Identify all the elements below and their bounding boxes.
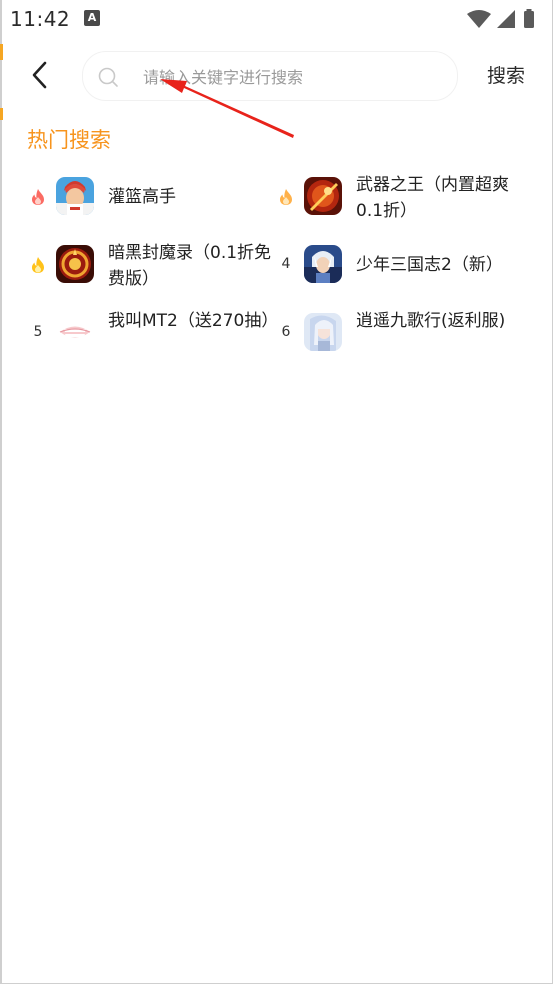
- slam-dunk-thumb: [56, 177, 94, 215]
- hot-search-title: 热门搜索: [27, 128, 111, 152]
- screen-border-left: [0, 0, 2, 984]
- rank-number: 5: [33, 324, 43, 340]
- rank-number: 4: [281, 256, 291, 272]
- notification-a-icon: A: [84, 10, 100, 26]
- hot-search-item[interactable]: 5 我叫MT2（送270抽）: [22, 308, 278, 360]
- flame-orange-icon: [280, 189, 292, 205]
- flame-yellow-icon: [32, 257, 44, 273]
- mt2-thumb: [56, 313, 94, 351]
- edge-accent-mark: [0, 108, 3, 120]
- wifi-icon: [467, 10, 491, 28]
- edge-accent-mark: [0, 44, 3, 60]
- search-box[interactable]: [82, 51, 458, 101]
- nine-songs-thumb: [304, 313, 342, 351]
- hot-search-item[interactable]: 灌篮高手: [22, 172, 268, 224]
- rank-badge: [28, 188, 48, 208]
- status-bar: 11:42 A: [0, 0, 553, 38]
- game-name: 暗黑封魔录（0.1折免费版）: [108, 243, 272, 289]
- rank-badge: [276, 188, 296, 208]
- chevron-left-icon: [32, 61, 47, 89]
- hot-search-item[interactable]: 6 逍遥九歌行(返利服): [270, 308, 516, 360]
- flame-red-icon: [32, 189, 44, 205]
- hot-search-item[interactable]: 暗黑封魔录（0.1折免费版）: [22, 240, 271, 292]
- game-name: 少年三国志2（新）: [356, 255, 503, 275]
- dark-seal-thumb: [56, 245, 94, 283]
- game-name: 灌篮高手: [108, 187, 176, 207]
- three-kingdoms-thumb: [304, 245, 342, 283]
- battery-icon: [524, 11, 534, 28]
- game-name: 我叫MT2（送270抽）: [108, 311, 279, 331]
- cell-signal-icon: [497, 10, 515, 28]
- status-icons: [467, 9, 534, 28]
- game-name: 武器之王（内置超爽0.1折）: [356, 175, 509, 221]
- game-name: 逍遥九歌行(返利服): [356, 311, 506, 331]
- hot-search-item[interactable]: 4 少年三国志2（新）: [270, 240, 516, 292]
- weapon-king-thumb: [304, 177, 342, 215]
- search-button[interactable]: 搜索: [476, 62, 536, 90]
- rank-number: 6: [281, 324, 291, 340]
- rank-badge: [28, 256, 48, 276]
- search-input[interactable]: [141, 64, 445, 90]
- hot-search-item[interactable]: 武器之王（内置超爽0.1折）: [270, 172, 516, 224]
- back-button[interactable]: [24, 58, 58, 92]
- search-icon: [98, 67, 118, 87]
- status-time: 11:42: [10, 7, 71, 31]
